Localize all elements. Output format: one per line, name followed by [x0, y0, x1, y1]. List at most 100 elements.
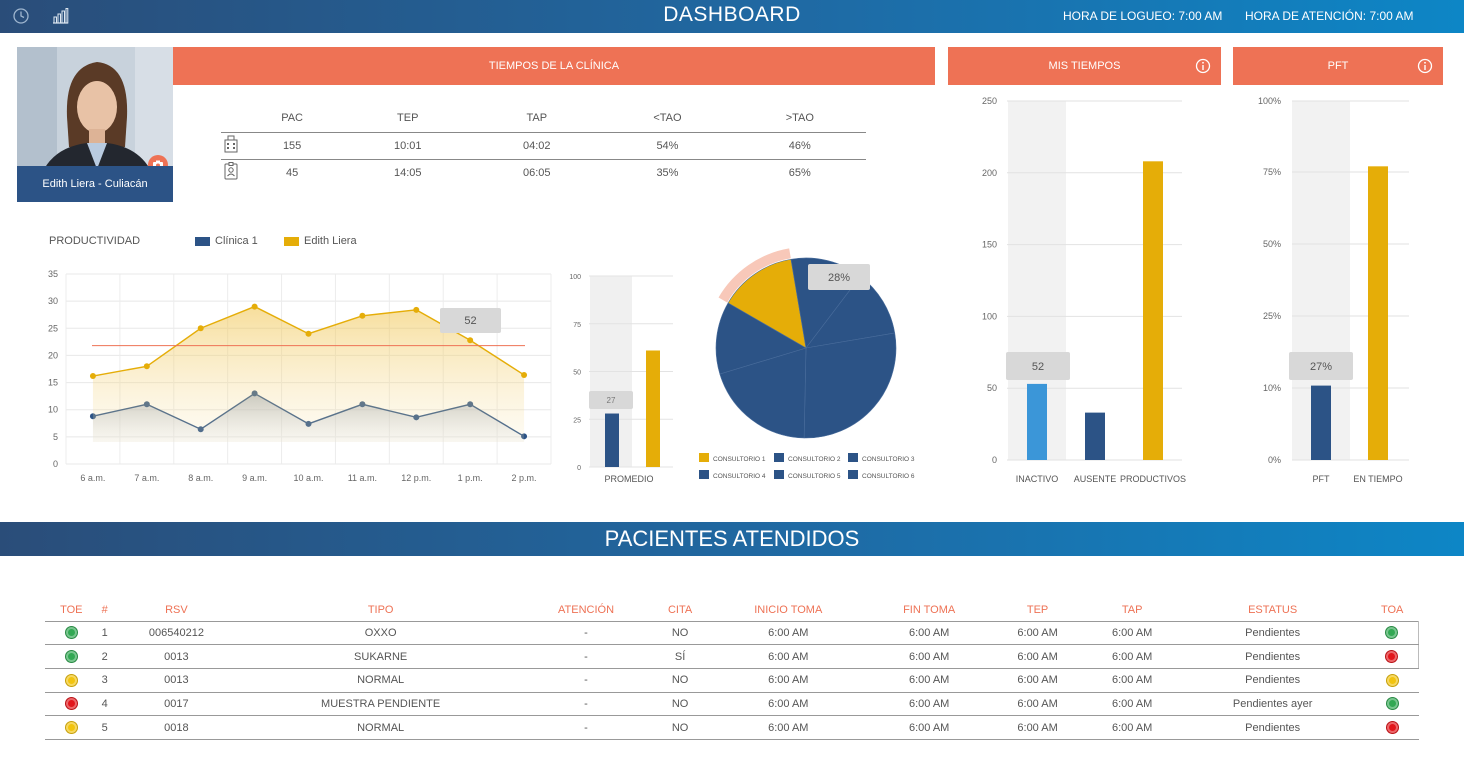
legend-label: CONSULTORIO 2 — [788, 456, 841, 463]
y-tick-label: 25 — [48, 323, 58, 333]
fin-toma-cell: 6:00 AM — [868, 644, 991, 669]
column-header[interactable]: ESTATUS — [1179, 599, 1365, 621]
column-header[interactable]: RSV — [112, 599, 241, 621]
y-tick-label: 0 — [577, 465, 581, 472]
column-header[interactable]: ATENCIÓN — [520, 599, 651, 621]
x-tick-label: EN TIEMPO — [1353, 474, 1402, 484]
y-tick-label: 25 — [573, 417, 581, 424]
y-tick-label: 0 — [53, 459, 58, 469]
toa-cell — [1365, 668, 1419, 693]
consultorio-pie-chart: 28% CONSULTORIO 1 CONSULTORIO 2 CONSULTORIO… — [699, 248, 915, 480]
legend-swatch — [848, 453, 858, 462]
x-tick-label: 9 a.m. — [242, 473, 267, 483]
rsv-cell: 0013 — [111, 644, 241, 669]
y-tick-label: 15 — [48, 378, 58, 388]
my-times-header: MIS TIEMPOS — [948, 47, 1221, 85]
tipo-cell: MUESTRA PENDIENTE — [240, 692, 521, 717]
info-icon[interactable] — [1195, 58, 1211, 74]
callout-label: 27% — [1310, 361, 1332, 373]
row-number: 4 — [97, 692, 112, 717]
y-tick-label: 50% — [1263, 239, 1281, 249]
y-tick-label: 250 — [982, 96, 997, 106]
estatus-cell: Pendientes — [1179, 620, 1366, 646]
atencion-cell: - — [520, 715, 652, 740]
tipo-cell: SUKARNE — [240, 644, 521, 669]
cita-cell: NO — [651, 668, 709, 693]
estatus-cell: Pendientes ayer — [1179, 692, 1366, 717]
tap-cell: 6:00 AM — [1084, 715, 1180, 740]
toe-status-dot — [64, 721, 78, 735]
toa-cell — [1365, 644, 1419, 669]
tap-cell: 6:00 AM — [1084, 644, 1180, 669]
table-row[interactable]: 4 0017 MUESTRA PENDIENTE - NO 6:00 AM 6:00 AM 6… — [45, 692, 1419, 717]
toa-status-dot — [1385, 721, 1399, 735]
x-tick-label: PRODUCTIVOS — [1120, 474, 1186, 484]
x-tick-label: 2 p.m. — [512, 473, 537, 483]
toe-cell — [45, 692, 98, 717]
y-tick-label: 25% — [1263, 311, 1281, 321]
column-header[interactable]: TOE — [45, 599, 98, 621]
rsv-cell: 006540212 — [111, 620, 241, 646]
column-header[interactable]: INICIO TOMA — [709, 599, 869, 621]
y-tick-label: 10% — [1263, 383, 1281, 393]
tep-cell: 6:00 AM — [990, 620, 1085, 646]
y-tick-label: 50 — [987, 383, 997, 393]
legend-label: CONSULTORIO 4 — [713, 473, 766, 480]
tep-cell: 6:00 AM — [990, 644, 1085, 669]
legend-swatch — [774, 453, 784, 462]
table-row[interactable]: 2 0013 SUKARNE - SÍ 6:00 AM 6:00 AM 6:00 AM 6:00… — [45, 644, 1419, 669]
column-header[interactable]: # — [98, 599, 112, 621]
my-times-title: MIS TIEMPOS — [1048, 60, 1121, 72]
inicio-toma-cell: 6:00 AM — [708, 715, 869, 740]
pft-header: PFT — [1233, 47, 1443, 85]
y-tick-label: 10 — [48, 405, 58, 415]
column-header[interactable]: TIPO — [241, 599, 520, 621]
callout-label: 52 — [1032, 361, 1044, 373]
toa-status-dot — [1385, 626, 1399, 640]
table-row[interactable]: 5 0018 NORMAL - NO 6:00 AM 6:00 AM 6:00 AM 6:00 … — [45, 715, 1419, 740]
row-number: 5 — [97, 715, 112, 740]
toa-status-dot — [1385, 650, 1399, 664]
bar — [1368, 166, 1388, 460]
data-point — [197, 325, 204, 332]
x-tick-label: AUSENTE — [1074, 474, 1117, 484]
patients-header: PACIENTES ATENDIDOS — [0, 522, 1464, 556]
bar — [1085, 412, 1105, 460]
patients-table: TOE # RSV TIPO ATENCIÓN CITA INICIO TOMA… — [45, 599, 1419, 740]
data-point — [521, 371, 528, 378]
table-row[interactable]: 1 006540212 OXXO - NO 6:00 AM 6:00 AM 6:00 AM 6:… — [45, 620, 1419, 646]
column-header[interactable]: TEP — [990, 599, 1085, 621]
callout-label: 28% — [828, 272, 850, 284]
y-tick-label: 50 — [573, 370, 581, 377]
column-header[interactable]: TOA — [1366, 599, 1419, 621]
toe-status-dot — [64, 626, 78, 640]
y-tick-label: 75 — [573, 322, 581, 329]
table-row[interactable]: 3 0013 NORMAL - NO 6:00 AM 6:00 AM 6:00 AM 6:00 … — [45, 668, 1419, 693]
legend-swatch — [774, 470, 784, 479]
x-tick-label: 10 a.m. — [293, 473, 323, 483]
column-header[interactable]: CITA — [652, 599, 709, 621]
data-point — [251, 303, 258, 310]
y-tick-label: 0% — [1268, 455, 1281, 465]
bar — [1027, 383, 1047, 460]
column-header[interactable]: FIN TOMA — [868, 599, 990, 621]
estatus-cell: Pendientes — [1179, 715, 1366, 740]
legend-swatch — [699, 470, 709, 479]
row-number: 2 — [97, 644, 112, 669]
x-tick-label: INACTIVO — [1016, 474, 1059, 484]
data-point — [89, 373, 96, 380]
column-header[interactable]: TAP — [1085, 599, 1180, 621]
y-tick-label: 100 — [569, 274, 581, 281]
y-tick-label: 75% — [1263, 167, 1281, 177]
toe-cell — [45, 644, 98, 669]
bar — [1143, 161, 1163, 460]
toe-status-dot — [64, 697, 78, 711]
info-icon[interactable] — [1417, 58, 1433, 74]
data-point — [359, 312, 366, 319]
inicio-toma-cell: 6:00 AM — [708, 692, 869, 717]
fin-toma-cell: 6:00 AM — [868, 620, 991, 646]
legend-label: CONSULTORIO 1 — [713, 456, 766, 463]
data-point — [305, 330, 312, 337]
pie-slice — [803, 332, 897, 439]
tap-cell: 6:00 AM — [1084, 692, 1180, 717]
